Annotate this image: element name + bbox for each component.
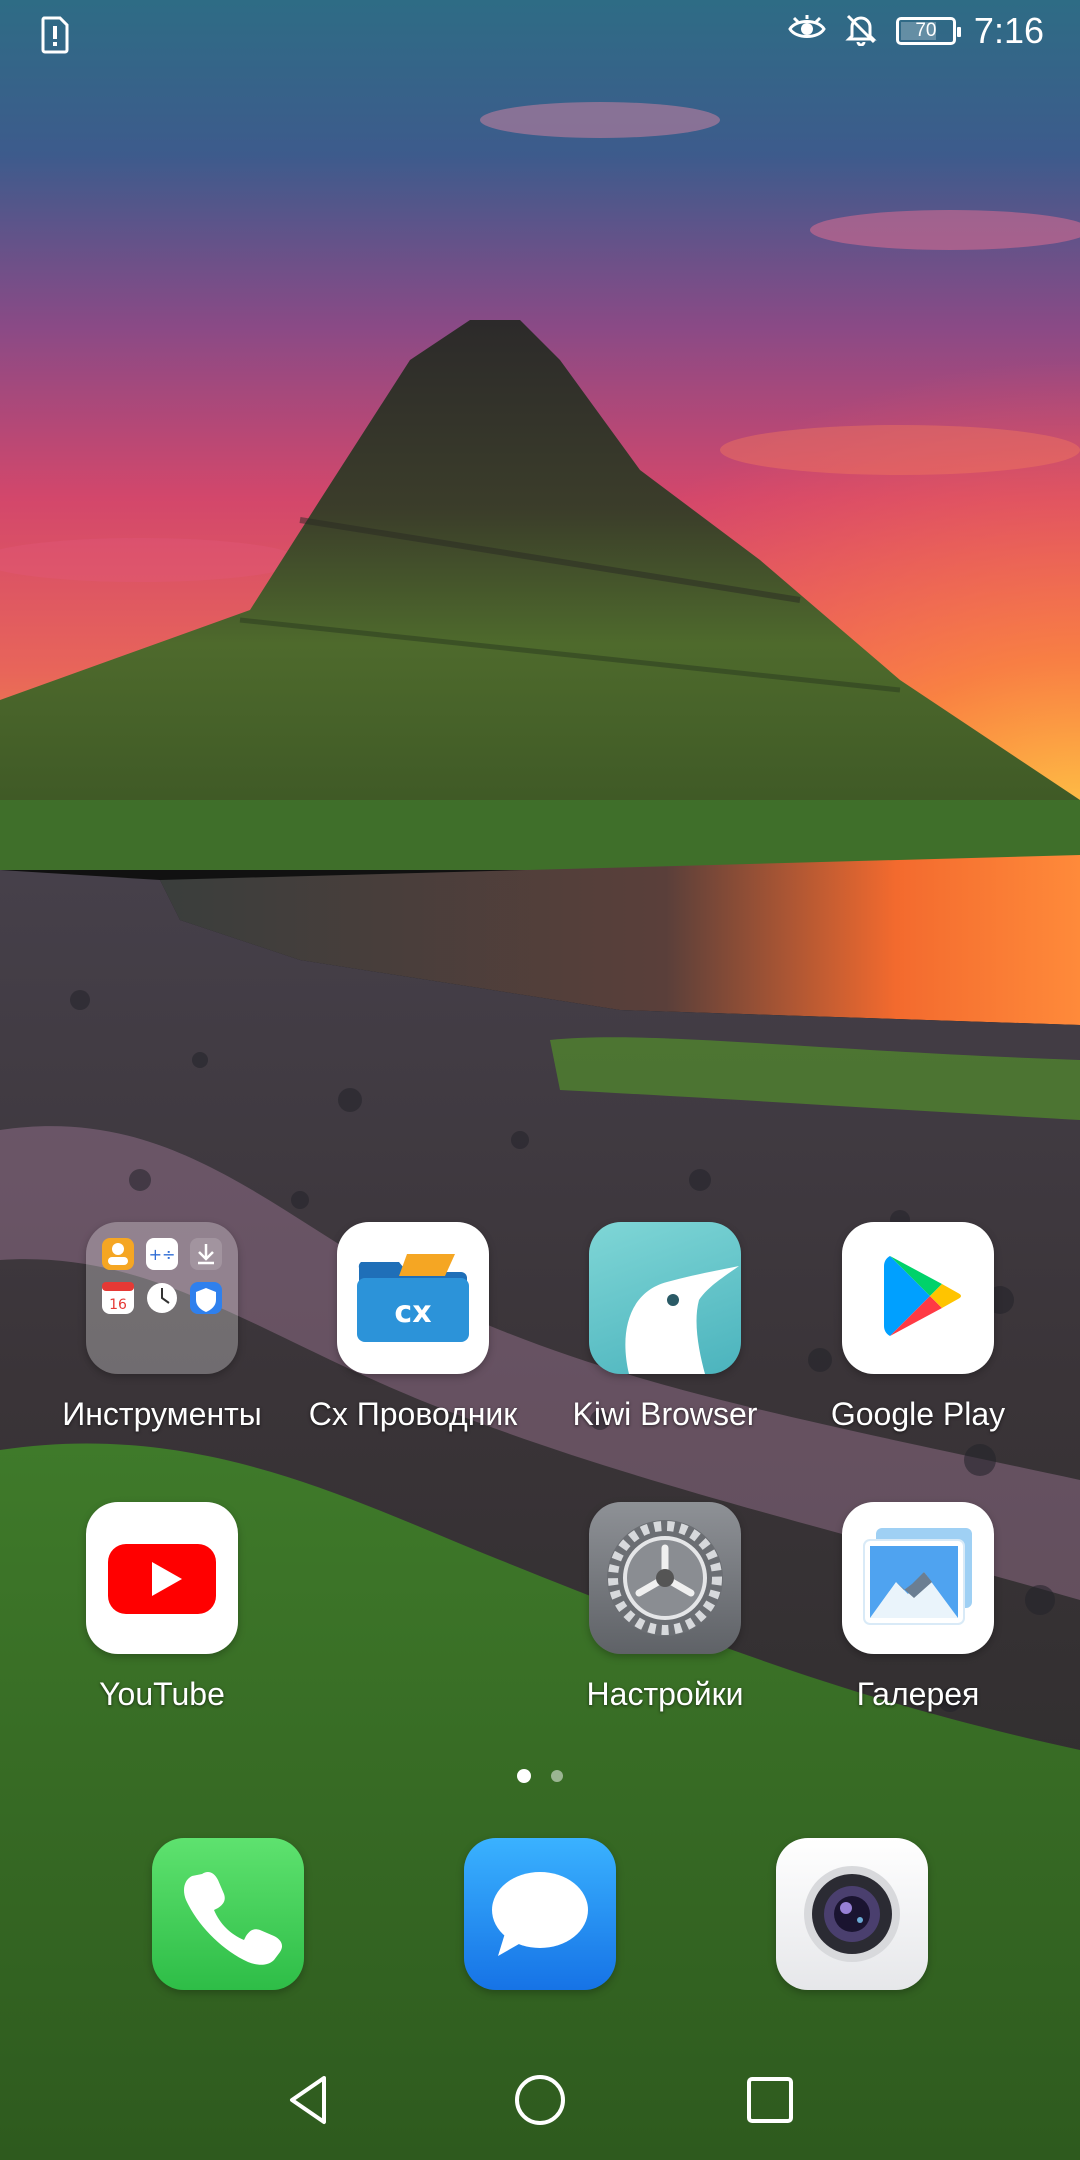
gallery-icon[interactable] bbox=[842, 1502, 994, 1654]
settings-gear-icon[interactable] bbox=[589, 1502, 741, 1654]
youtube-icon[interactable] bbox=[86, 1502, 238, 1654]
app-youtube[interactable]: YouTube bbox=[37, 1502, 287, 1713]
svg-text:+÷: +÷ bbox=[149, 1245, 176, 1264]
app-cx-file-explorer[interactable]: cx Cx Проводник bbox=[288, 1222, 538, 1433]
cx-file-explorer-icon[interactable]: cx bbox=[337, 1222, 489, 1374]
app-kiwi-browser[interactable]: Kiwi Browser bbox=[540, 1222, 790, 1433]
navigation-bar bbox=[0, 2040, 1080, 2160]
tools-folder-icon[interactable]: +÷ 16 bbox=[86, 1222, 238, 1374]
status-bar: 70 7:16 bbox=[0, 0, 1080, 70]
app-label: Cx Проводник bbox=[308, 1396, 518, 1432]
back-icon[interactable] bbox=[280, 2070, 340, 2130]
messages-icon[interactable] bbox=[464, 1838, 616, 1990]
cx-badge-text: cx bbox=[394, 1295, 431, 1330]
app-label: Kiwi Browser bbox=[572, 1396, 758, 1432]
home-icon[interactable] bbox=[510, 2070, 570, 2130]
app-label: Настройки bbox=[586, 1676, 744, 1712]
sim-alert-icon bbox=[40, 16, 70, 59]
app-settings[interactable]: Настройки bbox=[540, 1502, 790, 1713]
battery-level: 70 bbox=[915, 20, 937, 41]
eye-comfort-icon bbox=[788, 14, 826, 49]
app-label: Галерея bbox=[856, 1676, 980, 1712]
app-google-play[interactable]: Google Play bbox=[793, 1222, 1043, 1433]
kiwi-browser-icon[interactable] bbox=[589, 1222, 741, 1374]
recents-icon[interactable] bbox=[740, 2070, 800, 2130]
app-gallery[interactable]: Галерея bbox=[793, 1502, 1043, 1713]
battery-icon: 70 bbox=[895, 17, 961, 45]
app-label: YouTube bbox=[99, 1676, 225, 1712]
app-label: Инструменты bbox=[62, 1396, 262, 1432]
wallpaper-landscape bbox=[0, 0, 1080, 2160]
page-dot-active bbox=[517, 1769, 531, 1783]
app-tools-folder[interactable]: +÷ 16 Инструменты bbox=[37, 1222, 287, 1433]
camera-icon[interactable] bbox=[776, 1838, 928, 1990]
app-label: Google Play bbox=[830, 1396, 1006, 1432]
clock-time: 7:16 bbox=[973, 10, 1044, 51]
google-play-icon[interactable] bbox=[842, 1222, 994, 1374]
page-dot bbox=[551, 1770, 563, 1782]
bell-muted-icon bbox=[844, 12, 878, 51]
calendar-day-text: 16 bbox=[109, 1297, 127, 1313]
phone-icon[interactable] bbox=[152, 1838, 304, 1990]
page-indicator bbox=[0, 1769, 1080, 1783]
